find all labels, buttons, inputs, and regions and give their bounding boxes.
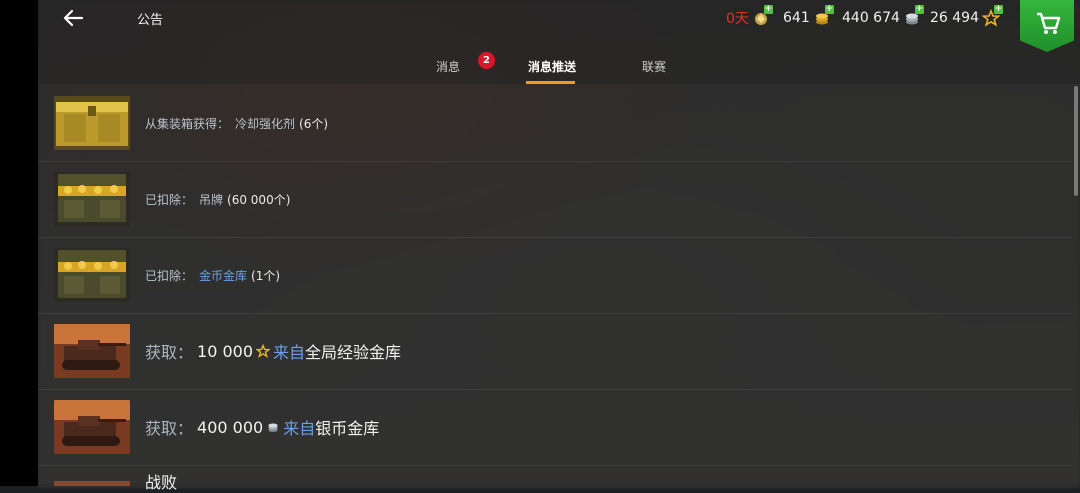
- tank-battle-image: [54, 324, 130, 378]
- list-item[interactable]: 从集装箱获得： 冷却强化剂 (6个): [38, 85, 1072, 162]
- tank-battle-image: [54, 476, 130, 486]
- add-silver-icon[interactable]: +: [914, 5, 924, 14]
- reward-amount: 10 000: [197, 341, 253, 361]
- silver-coins-icon: [268, 423, 278, 433]
- shopping-cart-icon: [1037, 12, 1061, 34]
- page-title: 公告: [137, 13, 164, 28]
- left-edge: [0, 0, 38, 486]
- item-quantity: (60 000个): [227, 192, 291, 207]
- silver-balance[interactable]: 440 674 +: [842, 5, 924, 28]
- list-item[interactable]: 获取： 10 000 来自 全局经验金库: [38, 313, 1072, 390]
- tab-league[interactable]: 联赛: [642, 58, 666, 75]
- add-free-xp-icon[interactable]: +: [994, 5, 1003, 14]
- gold-balance[interactable]: 641 +: [783, 5, 834, 28]
- add-premium-icon[interactable]: +: [763, 5, 773, 14]
- notification-label: 已扣除：: [145, 192, 194, 207]
- item-quantity: (6个): [299, 116, 329, 131]
- gold-crate-image: [54, 96, 130, 150]
- free-xp-star-icon: +: [981, 5, 1003, 27]
- item-name: 吊牌: [199, 192, 224, 207]
- gold-chest-image: [54, 248, 130, 302]
- list-item[interactable]: 已扣除： 吊牌 (60 000个): [38, 161, 1072, 238]
- notification-label: 战败: [145, 473, 178, 492]
- unread-badge: 2: [478, 52, 495, 69]
- reward-source: 全局经验金库: [305, 343, 402, 362]
- reward-source: 银币金库: [315, 419, 380, 438]
- scrollbar[interactable]: [1074, 86, 1078, 196]
- notification-label: 已扣除：: [145, 268, 194, 283]
- list-item[interactable]: 战败: [38, 465, 1072, 492]
- notification-label: 从集装箱获得：: [145, 116, 230, 131]
- from-label: 来自: [273, 343, 306, 362]
- notification-label: 获取：: [145, 343, 194, 362]
- back-arrow-icon[interactable]: [62, 6, 84, 30]
- item-link[interactable]: 金币金库: [199, 267, 247, 284]
- active-tab-indicator: [526, 81, 575, 84]
- gold-coins-icon: +: [813, 5, 834, 27]
- item-name: 冷却强化剂: [235, 116, 296, 131]
- silver-coins-icon: +: [903, 5, 924, 27]
- tab-messages[interactable]: 消息: [436, 58, 460, 75]
- reward-amount: 400 000: [197, 417, 264, 437]
- item-quantity: (1个): [251, 268, 281, 283]
- premium-icon: +: [752, 5, 773, 27]
- free-xp-balance[interactable]: 26 494 +: [930, 5, 1003, 28]
- tab-push-notifications[interactable]: 消息推送: [528, 58, 576, 75]
- notification-label: 获取：: [145, 419, 194, 438]
- add-gold-icon[interactable]: +: [824, 5, 834, 14]
- list-item[interactable]: 已扣除： 金币金库 (1个): [38, 237, 1072, 314]
- premium-days[interactable]: 0天 +: [726, 5, 773, 28]
- tank-battle-image: [54, 400, 130, 454]
- free-xp-star-icon: [256, 344, 270, 358]
- from-label: 来自: [283, 419, 316, 438]
- list-item[interactable]: 获取： 400 000 来自 银币金库: [38, 389, 1072, 466]
- gold-chest-image: [54, 172, 130, 226]
